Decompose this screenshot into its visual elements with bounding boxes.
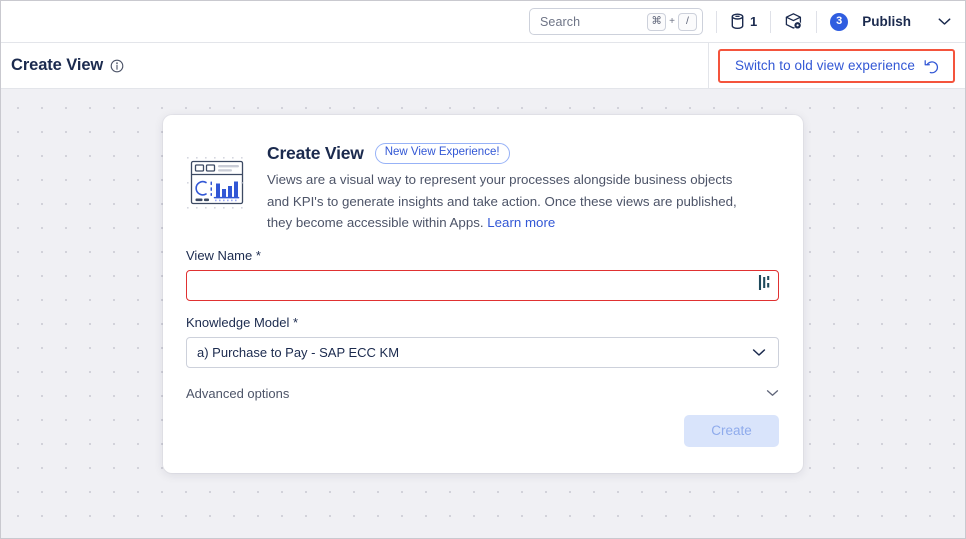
search-input[interactable]: Search ⌘ + / bbox=[529, 8, 703, 35]
dashboard-chart-icon bbox=[186, 154, 248, 214]
create-view-card: Create View New View Experience! Views a… bbox=[163, 115, 803, 473]
knowledge-model-field: Knowledge Model * a) Purchase to Pay - S… bbox=[186, 314, 779, 368]
page-title-group: Create View bbox=[1, 56, 124, 75]
toolbar-divider-1 bbox=[716, 10, 717, 33]
learn-more-link[interactable]: Learn more bbox=[487, 215, 555, 230]
kbd-slash-key: / bbox=[678, 12, 697, 31]
knowledge-model-label: Knowledge Model * bbox=[186, 314, 299, 330]
page-header-actions: Switch to old view experience bbox=[718, 43, 965, 88]
kbd-plus-sign: + bbox=[669, 16, 675, 27]
view-name-field: View Name * bbox=[186, 247, 779, 301]
new-view-experience-badge: New View Experience! bbox=[374, 143, 510, 164]
undo-arrow-icon bbox=[924, 58, 940, 74]
switch-to-old-view-button[interactable]: Switch to old view experience bbox=[718, 48, 955, 83]
view-name-input-wrapper[interactable] bbox=[186, 269, 779, 301]
chevron-down-icon[interactable] bbox=[938, 17, 951, 26]
card-header: Create View New View Experience! Views a… bbox=[186, 141, 778, 234]
app-window: Search ⌘ + / 1 3 Publish Create View Swi… bbox=[0, 0, 966, 539]
top-toolbar: Search ⌘ + / 1 3 Publish bbox=[1, 1, 965, 43]
chevron-down-icon[interactable] bbox=[766, 389, 779, 397]
switch-to-old-view-label: Switch to old view experience bbox=[735, 58, 915, 73]
kbd-command-key: ⌘ bbox=[647, 12, 667, 31]
page-header: Create View Switch to old view experienc… bbox=[1, 43, 965, 89]
header-vertical-divider bbox=[708, 43, 709, 89]
view-name-input[interactable] bbox=[187, 270, 778, 300]
data-pool-count: 1 bbox=[750, 14, 758, 29]
search-placeholder: Search bbox=[540, 14, 581, 29]
card-title-row: Create View New View Experience! bbox=[267, 143, 778, 164]
toolbar-divider-2 bbox=[770, 10, 772, 33]
toolbar-divider-3 bbox=[816, 10, 818, 33]
card-description: Views are a visual way to represent your… bbox=[267, 169, 757, 234]
knowledge-model-select[interactable]: a) Purchase to Pay - SAP ECC KM bbox=[186, 336, 779, 368]
card-header-text: Create View New View Experience! Views a… bbox=[267, 141, 778, 234]
knowledge-model-value: a) Purchase to Pay - SAP ECC KM bbox=[197, 344, 400, 360]
package-settings-icon bbox=[784, 12, 803, 31]
data-pool-indicator[interactable]: 1 bbox=[730, 13, 757, 30]
publish-count-badge: 3 bbox=[830, 12, 849, 31]
database-icon bbox=[730, 13, 745, 30]
page-title: Create View bbox=[11, 56, 104, 74]
package-settings-button[interactable] bbox=[784, 12, 803, 31]
publish-button[interactable]: 3 Publish bbox=[830, 12, 951, 31]
advanced-options-label: Advanced options bbox=[186, 385, 290, 401]
publish-label: Publish bbox=[862, 14, 911, 29]
card-footer: Create bbox=[186, 414, 779, 447]
chevron-down-icon[interactable] bbox=[752, 348, 766, 357]
info-icon[interactable] bbox=[110, 59, 124, 73]
card-title: Create View bbox=[267, 143, 364, 163]
view-name-label: View Name * bbox=[186, 247, 261, 263]
advanced-options-toggle[interactable]: Advanced options bbox=[186, 386, 779, 401]
create-button[interactable]: Create bbox=[684, 414, 779, 447]
